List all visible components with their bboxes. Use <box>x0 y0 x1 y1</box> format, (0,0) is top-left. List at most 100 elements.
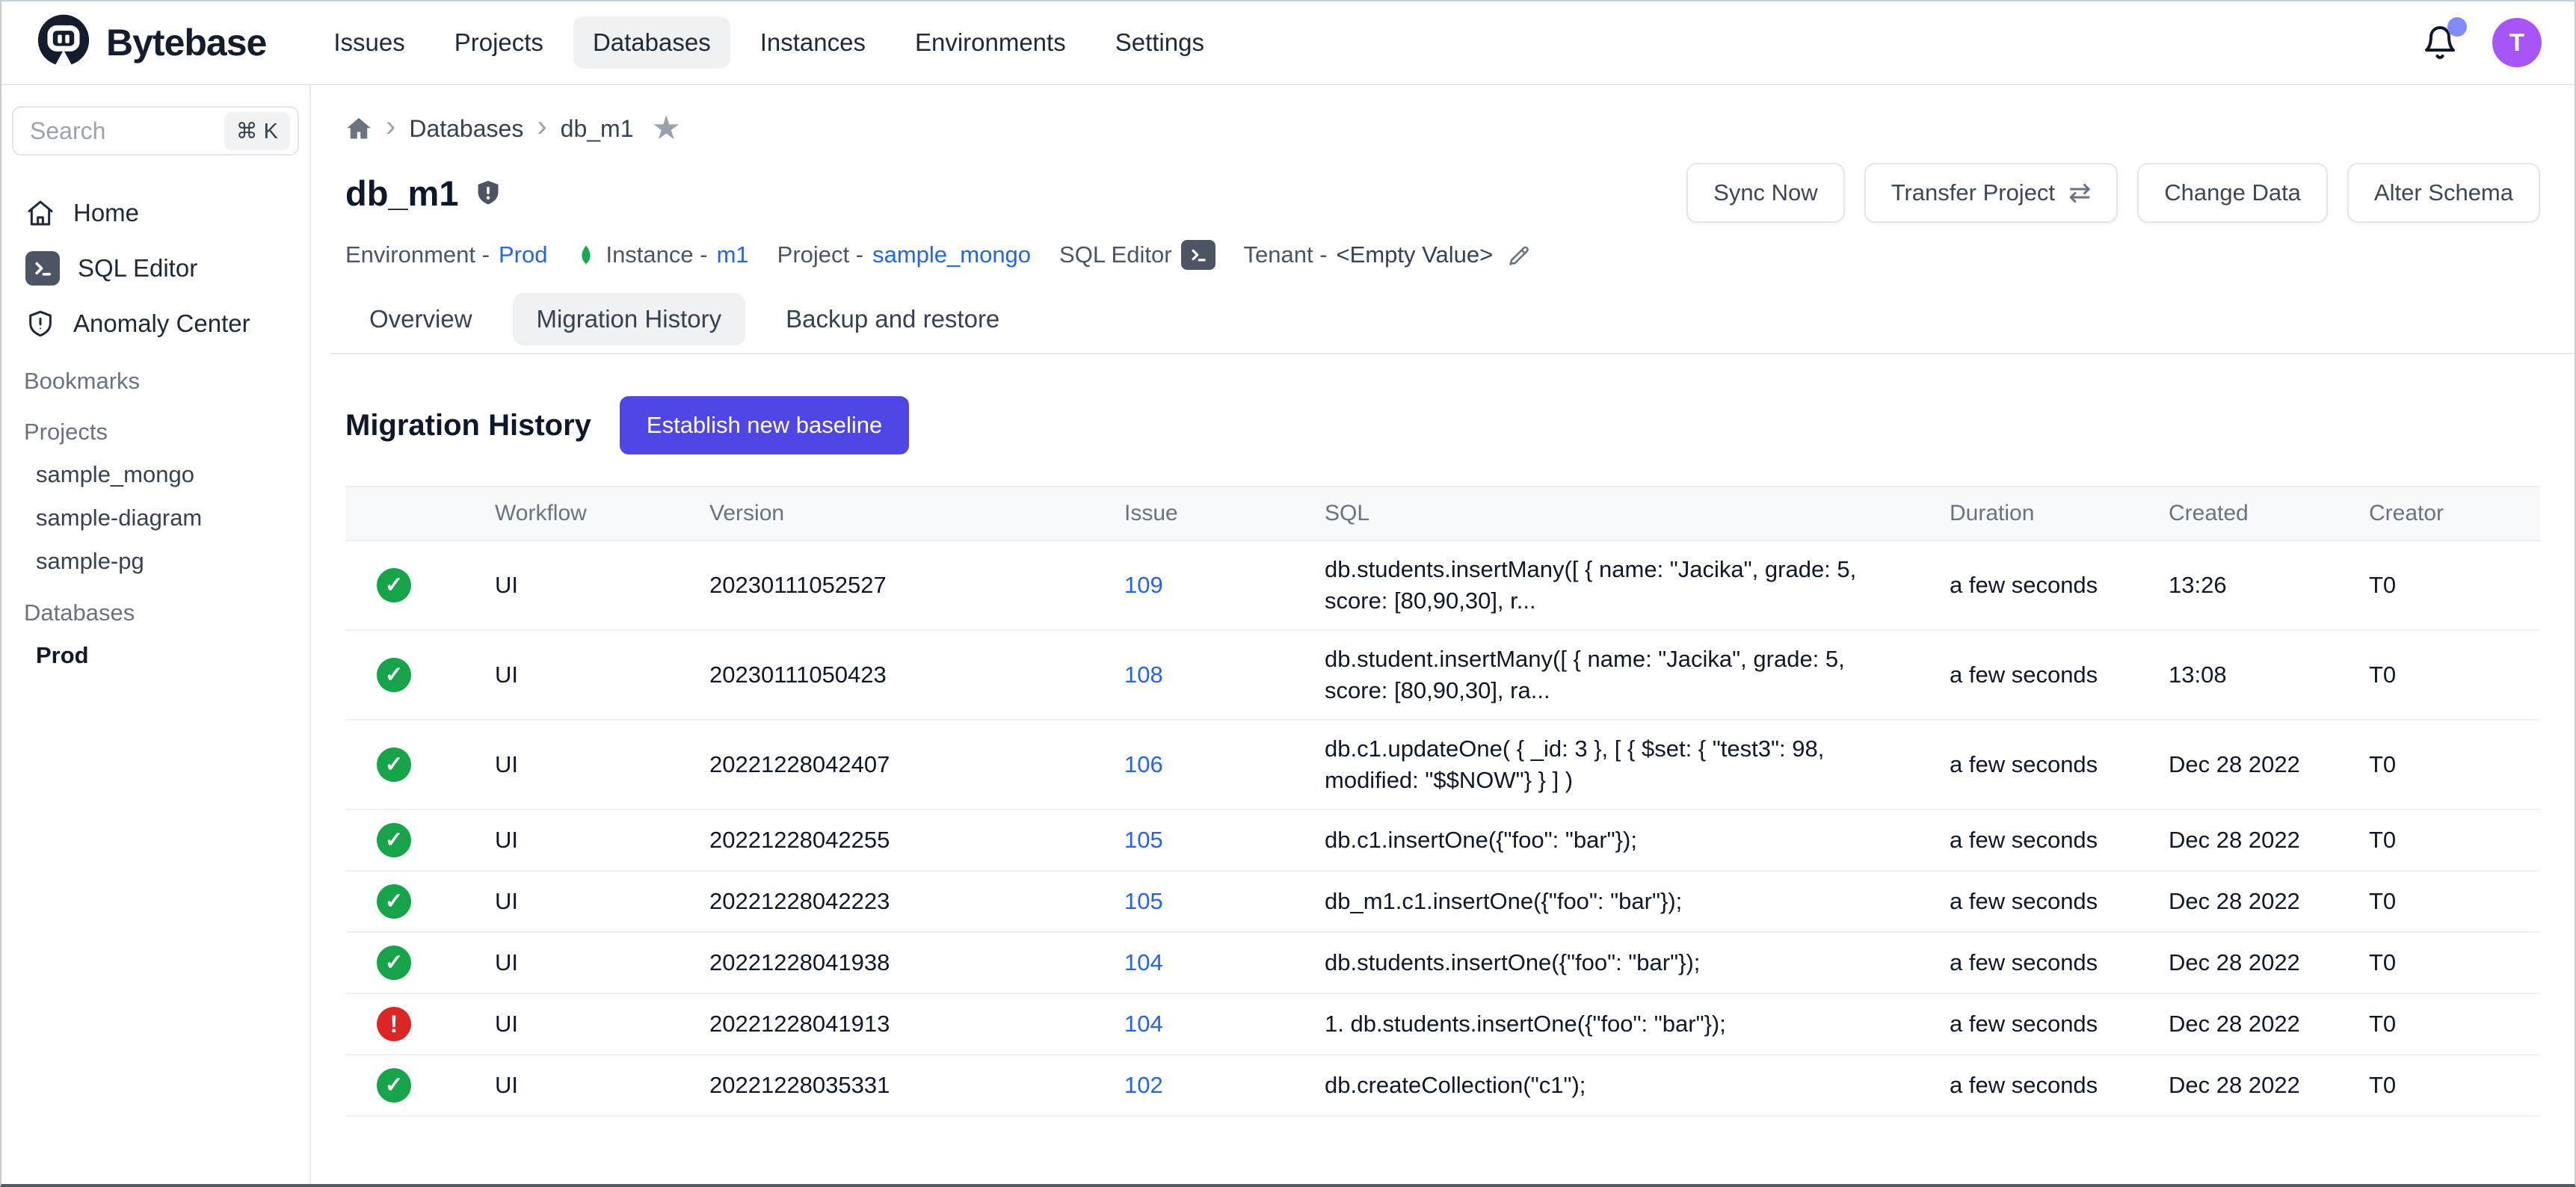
cell-workflow: UI <box>481 871 696 932</box>
meta-label: SQL Editor <box>1059 241 1171 268</box>
cell-sql: db.c1.insertOne({"foo": "bar"}); <box>1311 810 1936 871</box>
cell-creator: T0 <box>2355 1055 2540 1116</box>
issue-link[interactable]: 105 <box>1124 888 1163 914</box>
cell-duration: a few seconds <box>1936 630 2155 720</box>
bytebase-robot-icon <box>34 13 93 72</box>
sidebar-item-sample-mongo[interactable]: sample_mongo <box>1 453 309 496</box>
page-actions: Sync Now Transfer Project ⇄ Change Data … <box>1686 163 2540 223</box>
section-title: Migration History <box>345 409 591 443</box>
sidebar-item-sample-diagram[interactable]: sample-diagram <box>1 496 309 540</box>
cell-version: 20230111052527 <box>696 540 1111 630</box>
project-link[interactable]: sample_mongo <box>872 241 1031 268</box>
meta-label: Environment - <box>345 241 490 268</box>
mongodb-leaf-icon <box>576 239 597 271</box>
cell-version: 20221228042223 <box>696 871 1111 932</box>
cell-sql: db_m1.c1.insertOne({"foo": "bar"}); <box>1311 871 1936 932</box>
title-row: db_m1 Sync Now Transfer Project ⇄ Change… <box>345 163 2540 223</box>
meta-sql-editor[interactable]: SQL Editor <box>1059 240 1215 270</box>
tab-content: Migration History Establish new baseline… <box>311 396 2575 1117</box>
avatar[interactable]: T <box>2492 18 2542 67</box>
table-row[interactable]: UI 20221228041938 104 db.students.insert… <box>345 932 2540 993</box>
table-row[interactable]: UI 20230111050423 108 db.student.insertM… <box>345 630 2540 720</box>
tab-overview[interactable]: Overview <box>345 293 496 345</box>
tab-migration-history[interactable]: Migration History <box>513 293 746 345</box>
change-data-button[interactable]: Change Data <box>2137 163 2328 223</box>
col-workflow: Workflow <box>481 487 696 540</box>
tab-backup-and-restore[interactable]: Backup and restore <box>762 293 1023 345</box>
sidebar-section-databases: Databases Prod <box>1 592 309 677</box>
sidebar-item-prod[interactable]: Prod <box>1 634 309 677</box>
tabs-bar: Overview Migration History Backup and re… <box>330 293 2575 354</box>
nav-item-projects[interactable]: Projects <box>435 16 563 69</box>
transfer-project-button[interactable]: Transfer Project ⇄ <box>1864 163 2119 223</box>
breadcrumb-home-icon[interactable] <box>345 115 372 142</box>
section-label: Bookmarks <box>1 360 309 402</box>
table-row[interactable]: UI 20221228042407 106 db.c1.updateOne( {… <box>345 720 2540 810</box>
environment-link[interactable]: Prod <box>499 241 547 268</box>
cell-created: 13:26 <box>2155 540 2355 630</box>
sidebar-item-sql-editor[interactable]: SQL Editor <box>1 241 309 296</box>
col-issue: Issue <box>1111 487 1311 540</box>
meta-instance: Instance - m1 <box>576 239 748 271</box>
nav-item-settings[interactable]: Settings <box>1096 16 1224 69</box>
migration-history-header: Migration History Establish new baseline <box>345 396 2540 454</box>
cell-sql: db.createCollection("c1"); <box>1311 1055 1936 1116</box>
cell-version: 20221228035331 <box>696 1055 1111 1116</box>
sidebar-item-sample-pg[interactable]: sample-pg <box>1 540 309 583</box>
cell-version: 20221228042407 <box>696 720 1111 810</box>
cell-sql: 1. db.students.insertOne({"foo": "bar"})… <box>1311 993 1936 1055</box>
edit-pencil-icon[interactable] <box>1506 242 1532 268</box>
cell-sql: db.c1.updateOne( { _id: 3 }, [ { $set: {… <box>1311 720 1936 810</box>
cell-duration: a few seconds <box>1936 720 2155 810</box>
nav-item-instances[interactable]: Instances <box>741 16 885 69</box>
app-window: Bytebase Issues Projects Databases Insta… <box>0 0 2576 1187</box>
issue-link[interactable]: 108 <box>1124 662 1163 688</box>
table-row[interactable]: UI 20221228042255 105 db.c1.insertOne({"… <box>345 810 2540 871</box>
status-icon <box>377 884 411 919</box>
establish-baseline-button[interactable]: Establish new baseline <box>620 396 909 454</box>
cell-created: Dec 28 2022 <box>2155 993 2355 1055</box>
cell-creator: T0 <box>2355 720 2540 810</box>
cell-creator: T0 <box>2355 871 2540 932</box>
issue-link[interactable]: 106 <box>1124 751 1163 777</box>
instance-link[interactable]: m1 <box>717 241 749 268</box>
sync-now-button[interactable]: Sync Now <box>1686 163 1845 223</box>
issue-link[interactable]: 109 <box>1124 572 1163 598</box>
cell-created: Dec 28 2022 <box>2155 720 2355 810</box>
issue-link[interactable]: 102 <box>1124 1072 1163 1098</box>
alter-schema-button[interactable]: Alter Schema <box>2347 163 2540 223</box>
col-duration: Duration <box>1936 487 2155 540</box>
search-input[interactable] <box>30 117 224 145</box>
shield-icon <box>474 179 502 207</box>
cell-workflow: UI <box>481 540 696 630</box>
sidebar-item-anomaly-center[interactable]: Anomaly Center <box>1 296 309 351</box>
table-row[interactable]: UI 20221228041913 104 1. db.students.ins… <box>345 993 2540 1055</box>
nav-item-environments[interactable]: Environments <box>896 16 1085 69</box>
top-nav: Bytebase Issues Projects Databases Insta… <box>1 1 2575 85</box>
nav-item-databases[interactable]: Databases <box>573 16 730 69</box>
meta-label: Project - <box>777 241 863 268</box>
transfer-arrows-icon: ⇄ <box>2068 179 2091 206</box>
col-created: Created <box>2155 487 2355 540</box>
table-row[interactable]: UI 20221228042223 105 db_m1.c1.insertOne… <box>345 871 2540 932</box>
table-row[interactable]: UI 20221228035331 102 db.createCollectio… <box>345 1055 2540 1116</box>
sidebar-item-label: Anomaly Center <box>73 309 250 338</box>
cell-workflow: UI <box>481 720 696 810</box>
cell-creator: T0 <box>2355 993 2540 1055</box>
breadcrumb-databases[interactable]: Databases <box>409 115 523 143</box>
notifications-button[interactable] <box>2422 25 2458 61</box>
issue-link[interactable]: 105 <box>1124 827 1163 853</box>
bytebase-logo[interactable]: Bytebase <box>34 13 266 72</box>
chevron-right-icon: › <box>386 111 395 141</box>
issue-link[interactable]: 104 <box>1124 1011 1163 1037</box>
table-row[interactable]: UI 20230111052527 109 db.students.insert… <box>345 540 2540 630</box>
status-icon <box>377 823 411 857</box>
issue-link[interactable]: 104 <box>1124 949 1163 975</box>
status-icon <box>377 946 411 980</box>
bookmark-star-icon[interactable]: ★ <box>651 112 680 145</box>
nav-item-issues[interactable]: Issues <box>314 16 424 69</box>
sidebar-item-home[interactable]: Home <box>1 185 309 241</box>
cell-version: 20221228041913 <box>696 993 1111 1055</box>
col-status <box>345 487 481 540</box>
sidebar-section-bookmarks: Bookmarks <box>1 360 309 402</box>
